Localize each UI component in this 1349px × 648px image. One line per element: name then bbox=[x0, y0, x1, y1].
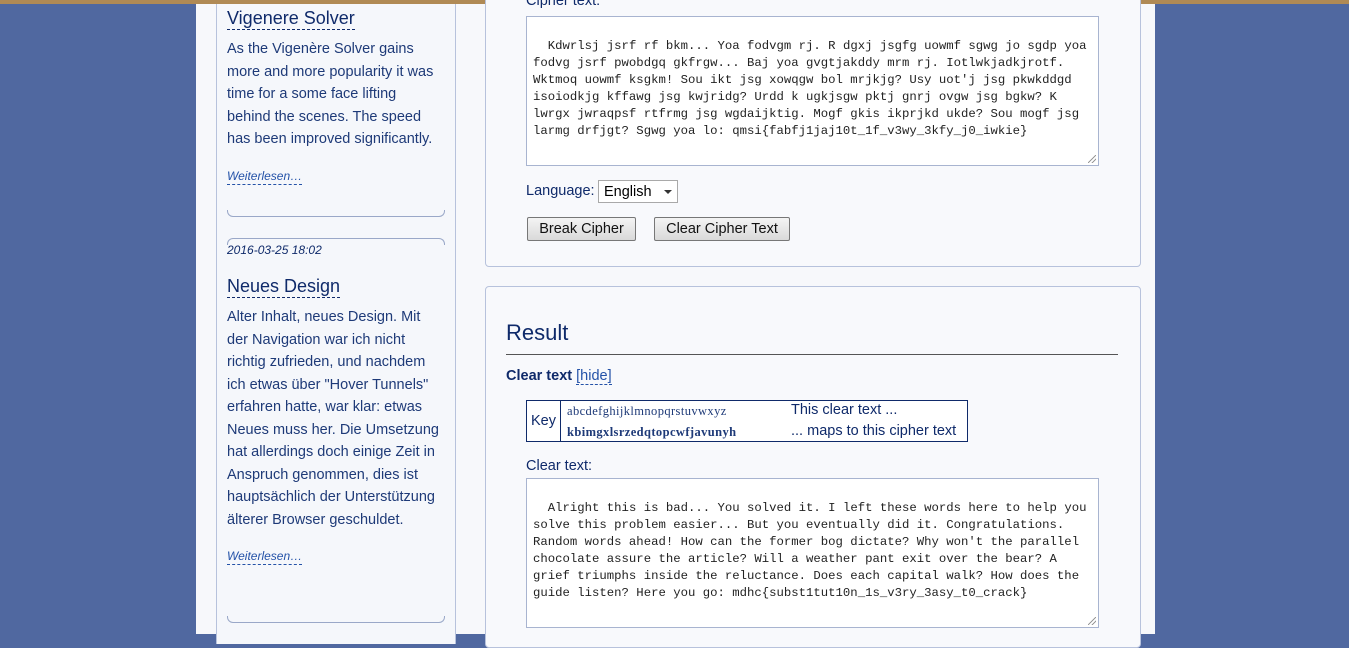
sidebar-post: Vigenere Solver As the Vigenère Solver g… bbox=[227, 7, 443, 185]
read-more-link[interactable]: Weiterlesen… bbox=[227, 549, 303, 565]
resize-handle-icon[interactable] bbox=[1088, 155, 1096, 163]
resize-handle-icon[interactable] bbox=[1088, 617, 1096, 625]
clear-text-area[interactable]: Alright this is bad... You solved it. I … bbox=[526, 478, 1099, 628]
language-label: Language: bbox=[526, 183, 595, 199]
post-divider bbox=[227, 616, 445, 623]
break-cipher-button[interactable]: Break Cipher bbox=[527, 217, 636, 241]
cipher-text-content: Kdwrlsj jsrf rf bkm... Yoa fodvgm rj. R … bbox=[533, 39, 1094, 138]
post-body: As the Vigenère Solver gains more and mo… bbox=[227, 41, 434, 147]
cipher-text-area[interactable]: Kdwrlsj jsrf rf bkm... Yoa fodvgm rj. R … bbox=[526, 16, 1099, 166]
cipher-alphabet: kbimgxlsrzedqtopcwfjavunyh bbox=[567, 425, 737, 439]
post-title-link[interactable]: Neues Design bbox=[227, 275, 341, 298]
post-body: Alter Inhalt, neues Design. Mit der Navi… bbox=[227, 309, 439, 528]
plain-alphabet: abcdefghijklmnopqrstuvwxyz bbox=[567, 404, 727, 418]
sidebar: Vigenere Solver As the Vigenère Solver g… bbox=[216, 4, 456, 644]
key-table: Key abcdefghijklmnopqrstuvwxyz kbimgxlsr… bbox=[526, 400, 968, 442]
clear-text-heading-row: Clear text [hide] bbox=[506, 368, 612, 385]
result-divider bbox=[506, 354, 1118, 355]
clear-text-content: Alright this is bad... You solved it. I … bbox=[533, 501, 1094, 600]
post-date: 2016-03-25 18:02 bbox=[227, 243, 322, 257]
language-select[interactable]: English bbox=[598, 180, 678, 203]
cipher-text-label: Cipher text: bbox=[526, 0, 601, 9]
post-divider bbox=[227, 210, 445, 217]
plain-alphabet-description: This clear text ... bbox=[791, 402, 898, 418]
result-title: Result bbox=[506, 320, 569, 345]
chevron-down-icon bbox=[664, 190, 672, 194]
clear-text-label: Clear text: bbox=[526, 458, 593, 474]
read-more-link[interactable]: Weiterlesen… bbox=[227, 169, 303, 185]
post-title-link[interactable]: Vigenere Solver bbox=[227, 7, 355, 30]
language-selected-value: English bbox=[604, 183, 652, 200]
clear-text-heading: Clear text bbox=[506, 368, 573, 384]
cipher-alphabet-description: ... maps to this cipher text bbox=[791, 423, 957, 439]
key-label: Key bbox=[527, 401, 561, 441]
sidebar-post: 2016-03-25 18:02 Neues Design Alter Inha… bbox=[227, 243, 443, 565]
hide-link[interactable]: [hide] bbox=[576, 368, 612, 385]
clear-cipher-text-button[interactable]: Clear Cipher Text bbox=[654, 217, 790, 241]
